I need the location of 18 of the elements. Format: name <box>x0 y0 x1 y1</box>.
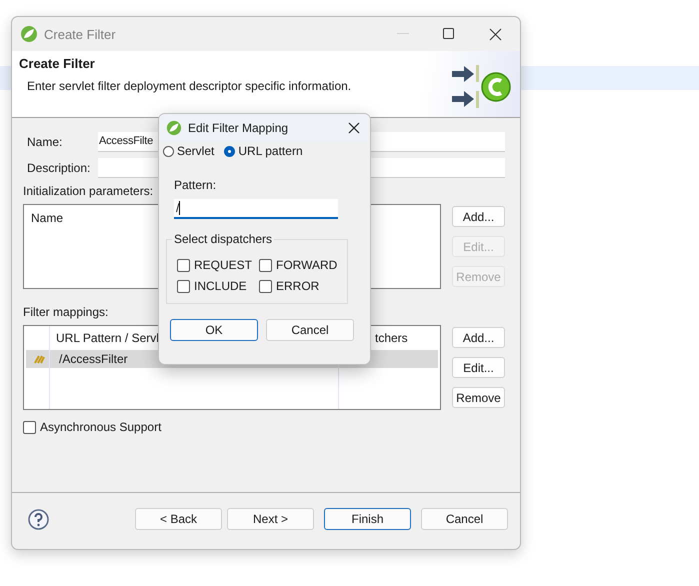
checkbox-label: Asynchronous Support <box>40 420 162 434</box>
section-label: Filter mappings: <box>23 305 108 319</box>
radio-label: URL pattern <box>238 144 303 158</box>
pattern-label: Pattern: <box>174 178 218 192</box>
section-label: Initialization parameters: <box>23 184 154 198</box>
table-cell: /AccessFilter <box>59 352 128 366</box>
checkbox-label: INCLUDE <box>194 279 247 293</box>
group-label: Select dispatchers <box>172 232 274 246</box>
page-description: Enter servlet filter deployment descriptor specific information. <box>27 79 352 93</box>
checkbox-label: REQUEST <box>194 258 252 272</box>
name-label: Name: <box>26 135 64 149</box>
description-label: Description: <box>26 161 92 175</box>
checkbox-label: FORWARD <box>276 258 338 272</box>
dialog-title: Edit Filter Mapping <box>188 121 288 135</box>
checkbox-label: ERROR <box>276 279 320 293</box>
page-title: Create Filter <box>19 56 96 71</box>
radio-label: Servlet <box>177 144 214 158</box>
window-title: Create Filter <box>44 26 116 42</box>
